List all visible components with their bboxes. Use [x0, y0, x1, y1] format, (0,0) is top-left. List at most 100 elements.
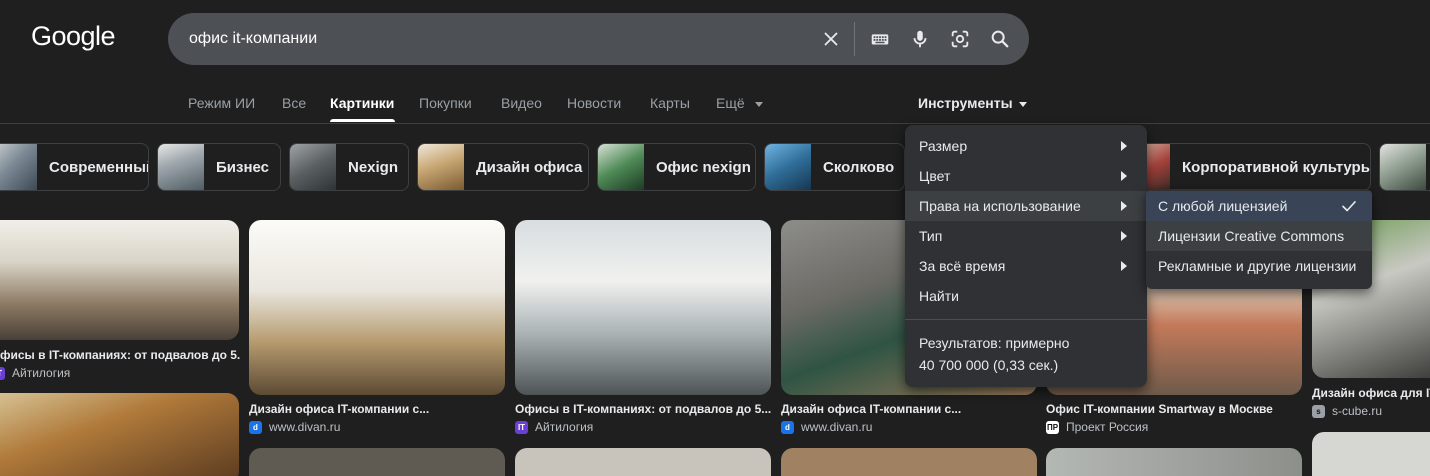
menu-item-label: Размер — [919, 138, 968, 154]
chip-thumbnail — [418, 144, 464, 190]
chip-label: Бизнес — [216, 158, 270, 176]
chip-thumbnail — [1380, 144, 1426, 190]
menu-item-label: Тип — [919, 228, 943, 244]
chip-thumbnail — [765, 144, 811, 190]
favicon-icon: IT — [0, 366, 5, 380]
favicon-icon: ПР — [1046, 420, 1059, 434]
chip-label: Офис nexign — [656, 158, 751, 176]
search-input[interactable] — [189, 29, 789, 49]
favicon-icon: d — [781, 420, 794, 434]
result-image[interactable] — [249, 448, 505, 476]
submenu-item-label: С любой лицензией — [1158, 198, 1288, 214]
menu-item-size[interactable]: Размер — [905, 131, 1147, 161]
google-logo[interactable]: Google — [31, 21, 116, 52]
result-stats: Результатов: примерно 40 700 000 (0,33 с… — [919, 332, 1069, 376]
checkmark-icon — [1342, 201, 1356, 212]
chip-label: Современный — [49, 158, 149, 176]
chip-business[interactable]: Бизнес — [157, 143, 281, 191]
chip-corporate-culture[interactable]: Корпоративной культуры — [1123, 143, 1371, 191]
usage-rights-submenu: С любой лицензией Лицензии Creative Comm… — [1146, 189, 1372, 289]
chip-thumbnail — [598, 144, 644, 190]
result-image[interactable] — [781, 448, 1037, 476]
tab-shopping[interactable]: Покупки — [419, 95, 472, 111]
favicon-icon: d — [249, 420, 262, 434]
chevron-right-icon — [1121, 261, 1127, 271]
tab-maps[interactable]: Карты — [650, 95, 690, 111]
search-icon[interactable] — [988, 27, 1012, 51]
clear-icon[interactable] — [819, 27, 843, 51]
tools-label: Инструменты — [918, 95, 1013, 111]
tab-videos[interactable]: Видео — [501, 95, 542, 111]
result-source[interactable]: ПР Проект Россия — [1046, 420, 1148, 434]
result-image[interactable] — [0, 393, 239, 476]
result-image[interactable] — [515, 448, 771, 476]
source-label: Айтилогия — [12, 366, 71, 380]
menu-item-find[interactable]: Найти — [905, 281, 1147, 311]
source-label: Проект Россия — [1066, 420, 1149, 434]
search-divider — [854, 22, 855, 56]
chip-office-design[interactable]: Дизайн офиса — [417, 143, 589, 191]
result-source[interactable]: IT Айтилогия — [515, 420, 593, 434]
menu-item-label: За всё время — [919, 258, 1006, 274]
chip-thumbnail — [158, 144, 204, 190]
menu-item-type[interactable]: Тип — [905, 221, 1147, 251]
tools-caret-icon — [1018, 101, 1027, 107]
chip-label: Дизайн офиса — [476, 158, 583, 176]
microphone-icon[interactable] — [908, 27, 932, 51]
result-title[interactable]: фисы в IT-компаниях: от подвалов до 5... — [0, 348, 240, 362]
menu-item-label: Цвет — [919, 168, 951, 184]
result-image[interactable] — [1312, 432, 1430, 476]
result-title[interactable]: Дизайн офиса для IT — [1312, 386, 1430, 400]
submenu-item-commercial[interactable]: Рекламные и другие лицензии — [1146, 251, 1372, 281]
favicon-icon: IT — [515, 420, 528, 434]
chip-thumbnail — [0, 144, 37, 190]
result-source[interactable]: s s-cube.ru — [1312, 404, 1382, 418]
source-label: www.divan.ru — [269, 420, 341, 434]
submenu-item-any-license[interactable]: С любой лицензией — [1146, 191, 1372, 221]
keyboard-icon[interactable] — [868, 27, 892, 51]
active-tab-indicator — [330, 119, 395, 122]
result-source[interactable]: IT Айтилогия — [0, 366, 70, 380]
menu-divider — [905, 319, 1147, 320]
chip-thumbnail — [290, 144, 336, 190]
result-title[interactable]: Офис IT-компании Smartway в Москве — [1046, 402, 1302, 416]
submenu-item-label: Рекламные и другие лицензии — [1158, 258, 1357, 274]
menu-item-label: Права на использование — [919, 198, 1081, 214]
result-title[interactable]: Дизайн офиса IT-компании с... — [781, 402, 1037, 416]
chip-nexign[interactable]: Nexign — [289, 143, 409, 191]
favicon-icon: s — [1312, 404, 1325, 418]
result-source[interactable]: d www.divan.ru — [781, 420, 872, 434]
tab-more-label: Ещё — [716, 95, 745, 111]
tab-all[interactable]: Все — [282, 95, 306, 111]
tools-button[interactable]: Инструменты — [918, 95, 1027, 111]
source-label: s-cube.ru — [1332, 404, 1383, 418]
result-image[interactable] — [249, 220, 505, 395]
submenu-item-creative-commons[interactable]: Лицензии Creative Commons — [1146, 221, 1372, 251]
result-image[interactable] — [1046, 448, 1302, 476]
source-label: Айтилогия — [535, 420, 594, 434]
tab-ai-mode[interactable]: Режим ИИ — [188, 95, 255, 111]
chip-skolkovo[interactable]: Сколково — [764, 143, 905, 191]
result-stats-line1: Результатов: примерно — [919, 335, 1070, 351]
menu-item-color[interactable]: Цвет — [905, 161, 1147, 191]
tools-menu: Размер Цвет Права на использование Тип З… — [905, 125, 1147, 387]
result-image[interactable] — [515, 220, 771, 395]
menu-item-usage-rights[interactable]: Права на использование — [905, 191, 1147, 221]
chip-next[interactable] — [1379, 143, 1430, 191]
chevron-right-icon — [1121, 141, 1127, 151]
result-title[interactable]: Офисы в IT-компаниях: от подвалов до 5..… — [515, 402, 771, 416]
result-title[interactable]: Дизайн офиса IT-компании с... — [249, 402, 505, 416]
chip-label: Сколково — [823, 158, 895, 176]
tab-images[interactable]: Картинки — [330, 95, 394, 111]
lens-icon[interactable] — [948, 27, 972, 51]
chip-office-nexign[interactable]: Офис nexign — [597, 143, 756, 191]
chip-label: Nexign — [348, 158, 399, 176]
result-image[interactable] — [0, 220, 239, 340]
chip-modern[interactable]: Современный — [0, 143, 149, 191]
tab-more[interactable]: Ещё — [716, 95, 763, 111]
menu-item-time[interactable]: За всё время — [905, 251, 1147, 281]
chevron-right-icon — [1121, 231, 1127, 241]
result-stats-line2: 40 700 000 (0,33 сек.) — [919, 357, 1059, 373]
result-source[interactable]: d www.divan.ru — [249, 420, 340, 434]
tab-news[interactable]: Новости — [567, 95, 621, 111]
